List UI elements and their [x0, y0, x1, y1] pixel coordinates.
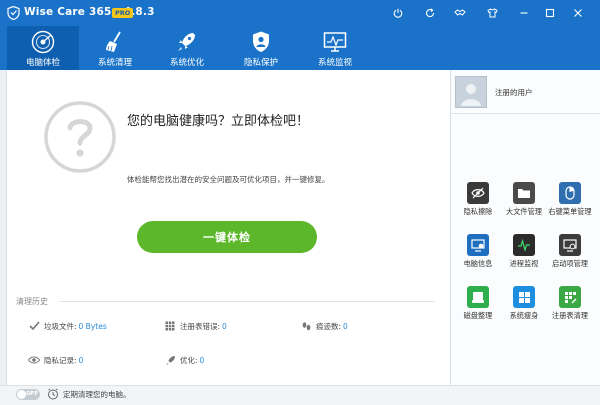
minimize-button[interactable]	[516, 5, 532, 21]
registry-icon	[564, 291, 576, 303]
power-button[interactable]	[390, 5, 406, 21]
tab-label: 系统监视	[317, 58, 352, 68]
stat-optimize: 优化: 0	[164, 354, 204, 366]
alarm-clock-icon	[48, 388, 58, 400]
app-logo-icon	[7, 6, 20, 20]
stat-label: 垃圾文件:	[44, 321, 77, 331]
stat-label: 痕迹数:	[316, 321, 342, 331]
handshake-icon	[454, 9, 466, 16]
monitor-icon	[323, 32, 347, 52]
tool-disk-defrag[interactable]: 磁盘整理	[455, 286, 501, 330]
tool-label: 电脑信息	[463, 259, 493, 268]
tab-pc-checkup[interactable]: 电脑体检	[7, 26, 79, 70]
radar-icon	[31, 30, 55, 54]
tab-system-clean[interactable]: 系统清理	[79, 26, 151, 70]
app-title: Wise Care 365 - 4.8.3	[24, 6, 155, 18]
pro-badge: PRO	[112, 8, 134, 18]
close-button[interactable]	[570, 5, 586, 21]
stat-value: 0	[78, 355, 84, 365]
tool-big-file-manager[interactable]: 大文件管理	[501, 182, 547, 226]
tool-label: 隐私擦除	[463, 207, 493, 216]
user-icon	[456, 77, 486, 107]
maximize-button[interactable]	[542, 5, 558, 21]
page-title: 您的电脑健康吗？立即体检吧！	[127, 114, 310, 129]
stat-value: 0	[343, 321, 348, 331]
main-nav: 电脑体检 系统清理 系统优化 隐私保护 系统监视	[0, 26, 600, 70]
eye-slash-icon	[471, 187, 485, 199]
history-divider	[60, 301, 435, 302]
shield-user-icon	[253, 31, 269, 52]
skin-button[interactable]	[484, 5, 500, 21]
history-title: 清理历史	[16, 297, 48, 306]
tool-privacy-eraser[interactable]: 隐私擦除	[455, 182, 501, 226]
tool-label: 系统瘦身	[509, 311, 539, 320]
stat-privacy-records: 隐私记录: 0	[28, 354, 83, 366]
refresh-button[interactable]	[422, 5, 438, 21]
shirt-icon	[486, 8, 498, 18]
question-mark-icon	[44, 101, 116, 173]
minimize-icon	[520, 12, 528, 14]
toggle-knob	[17, 390, 26, 399]
stat-registry-errors: 注册表错误: 0	[164, 320, 227, 332]
schedule-status-text: 定期清理您的电脑。	[63, 390, 131, 399]
broom-icon	[106, 31, 121, 52]
one-click-checkup-button[interactable]: 一键体检	[137, 221, 317, 253]
power-icon	[393, 8, 403, 18]
tab-system-monitor[interactable]: 系统监视	[299, 26, 371, 70]
tool-context-menu[interactable]: 右键菜单管理	[547, 182, 593, 226]
tab-label: 电脑体检	[25, 58, 60, 68]
tool-label: 注册表清理	[552, 311, 588, 320]
tool-registry-cleaner[interactable]: 注册表清理	[547, 286, 593, 330]
stat-value: 0 Bytes	[78, 321, 107, 331]
eye-icon	[28, 356, 40, 364]
user-divider	[451, 113, 600, 114]
startup-icon	[563, 238, 577, 252]
app-window: Wise Care 365 - 4.8.3 PRO 电脑体检 系统清理 系统优化…	[0, 0, 600, 405]
tab-label: 隐私保护	[243, 58, 278, 68]
tool-system-slimming[interactable]: 系统瘦身	[501, 286, 547, 330]
stat-label: 优化:	[180, 355, 198, 365]
toggle-state: OFF	[26, 391, 39, 397]
stat-value: 0	[199, 355, 205, 365]
tool-label: 磁盘整理	[463, 311, 493, 320]
checkup-description: 体检能帮您找出潜在的安全问题及可优化项目，并一键修复。	[127, 175, 330, 184]
tool-label: 进程监视	[509, 259, 539, 268]
windows-icon	[518, 291, 530, 303]
process-icon	[518, 239, 530, 251]
tool-startup-manager[interactable]: 启动项管理	[547, 234, 593, 278]
tool-label: 大文件管理	[506, 207, 542, 216]
tab-privacy-protect[interactable]: 隐私保护	[225, 26, 297, 70]
rocket-small-icon	[165, 355, 175, 365]
rocket-icon	[178, 33, 195, 51]
feedback-button[interactable]	[452, 5, 468, 21]
refresh-icon	[425, 8, 435, 18]
stat-traces: 痕迹数: 0	[300, 320, 348, 332]
tab-label: 系统优化	[169, 58, 204, 68]
maximize-icon	[545, 8, 555, 18]
stat-label: 注册表错误:	[180, 321, 221, 331]
user-name[interactable]: 注册的用户	[495, 87, 533, 98]
avatar[interactable]	[455, 76, 487, 108]
pc-info-icon	[471, 238, 485, 252]
folder-icon	[518, 189, 530, 198]
tools-panel	[450, 70, 600, 385]
tool-pc-info[interactable]: 电脑信息	[455, 234, 501, 278]
footprint-icon	[302, 321, 310, 330]
tool-label: 右键菜单管理	[548, 207, 592, 216]
stat-value: 0	[222, 321, 227, 331]
tool-process-monitor[interactable]: 进程监视	[501, 234, 547, 278]
title-bar: Wise Care 365 - 4.8.3 PRO	[0, 0, 600, 26]
grid-icon	[165, 321, 175, 331]
stat-junk-files: 垃圾文件: 0 Bytes	[28, 320, 107, 332]
mouse-icon	[565, 186, 575, 200]
disk-icon	[472, 291, 484, 303]
tab-label: 系统清理	[97, 58, 132, 68]
left-edge-strip	[0, 70, 7, 385]
tab-system-optimize[interactable]: 系统优化	[151, 26, 223, 70]
close-icon	[574, 9, 582, 17]
tool-label: 启动项管理	[552, 259, 588, 268]
stat-label: 隐私记录:	[44, 355, 77, 365]
check-icon	[28, 321, 40, 331]
